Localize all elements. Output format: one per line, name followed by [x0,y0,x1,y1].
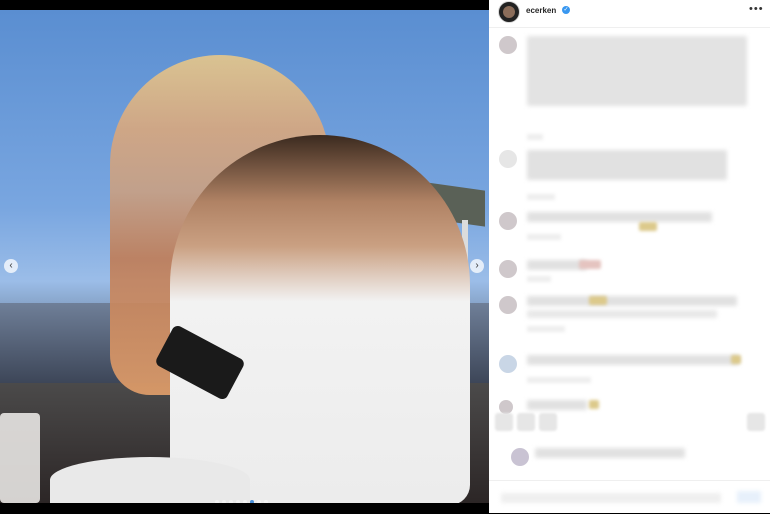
photo-plate [50,457,250,503]
blurred-text [527,400,587,410]
more-icon[interactable]: ••• [749,3,764,15]
blurred-text [527,296,737,306]
blurred-text [527,260,587,270]
avatar [499,212,517,230]
photo-person-man [170,135,470,503]
avatar [511,448,529,466]
comments-panel: ecerken ✓ ••• [489,0,770,513]
comment-icon[interactable] [517,413,535,431]
blurred-text [535,448,685,458]
comment-input[interactable] [501,493,721,503]
blurred-emoji [589,296,607,305]
blurred-meta [527,194,555,200]
share-icon[interactable] [539,413,557,431]
avatar[interactable] [498,1,520,23]
blurred-text [527,36,747,106]
photo-glass [0,413,40,503]
blurred-meta [527,377,591,383]
blurred-emoji [579,260,601,269]
avatar [499,296,517,314]
post-header: ecerken ✓ ••• [489,0,770,28]
blurred-text [527,150,727,180]
avatar [499,260,517,278]
next-arrow-icon[interactable]: › [470,259,484,273]
post-comment-button[interactable] [737,491,761,503]
username[interactable]: ecerken [526,6,556,15]
blurred-text [527,310,717,318]
avatar [499,36,517,54]
blurred-meta [527,326,565,332]
post-photo: ‹ › [0,10,489,503]
blurred-emoji [639,222,657,231]
instagram-post-frame: ‹ › ecerken ✓ ••• [0,0,770,513]
blurred-text [527,355,739,365]
verified-icon: ✓ [562,6,570,14]
blurred-meta [527,234,561,240]
bookmark-icon[interactable] [747,413,765,431]
avatar [499,150,517,168]
blurred-meta [527,134,543,140]
prev-arrow-icon[interactable]: ‹ [4,259,18,273]
avatar [499,400,513,414]
action-bar [489,413,770,443]
like-icon[interactable] [495,413,513,431]
blurred-meta [527,276,551,282]
blurred-emoji [589,400,599,409]
bottom-bar [0,503,489,513]
blurred-emoji [731,355,741,364]
avatar [499,355,517,373]
blurred-text [527,212,712,222]
comment-input-row [489,480,770,514]
